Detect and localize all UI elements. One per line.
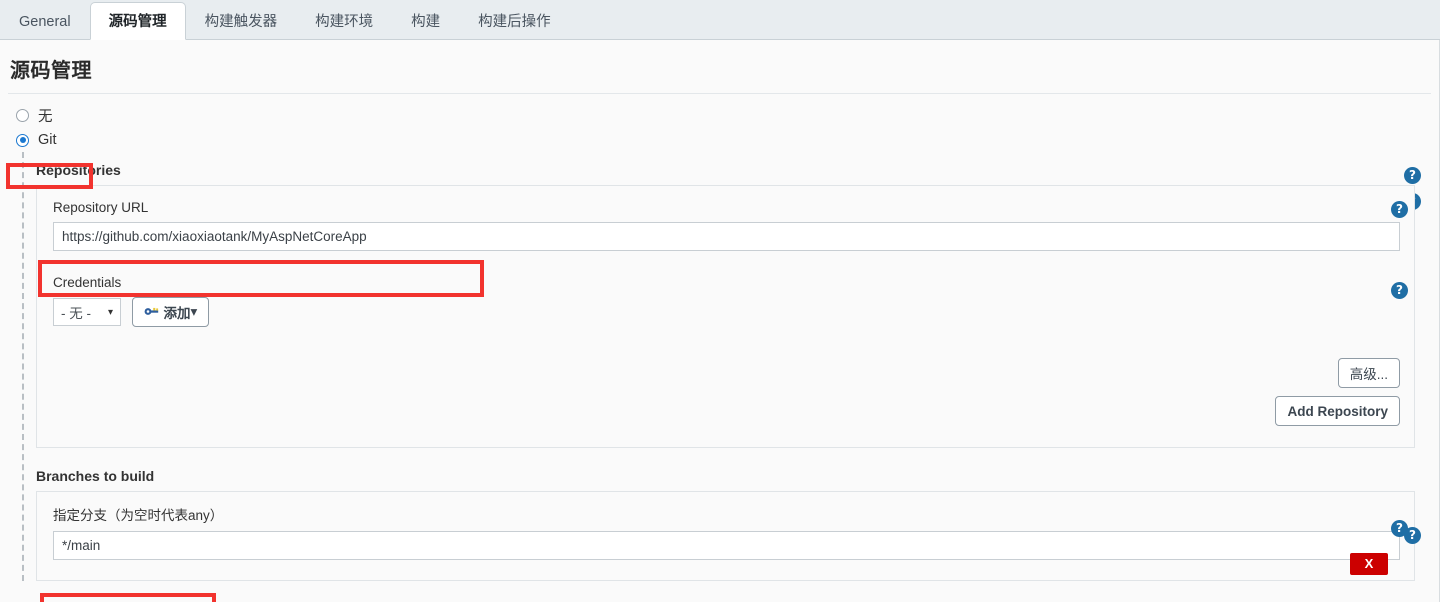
annotation-box-branch-specifier — [40, 593, 216, 602]
caret-down-icon: ▾ — [190, 304, 198, 319]
repo-actions-2: Add Repository — [53, 396, 1400, 426]
scm-option-none-label: 无 — [38, 108, 53, 125]
credentials-label: Credentials — [53, 275, 122, 290]
tab-general[interactable]: General — [0, 2, 90, 40]
scm-option-none[interactable]: 无 — [0, 102, 1439, 128]
tab-source-code-management[interactable]: 源码管理 — [89, 2, 186, 40]
config-tab-bar: General 源码管理 构建触发器 构建环境 构建 构建后操作 — [0, 0, 1440, 40]
advanced-button[interactable]: 高级... — [1337, 358, 1400, 388]
credentials-select-value: - 无 - — [61, 306, 91, 321]
page-title: 源码管理 — [10, 60, 92, 82]
scm-config-page: 源码管理 无 Git ? ? Repositories Repository U… — [0, 40, 1440, 602]
repository-url-label: Repository URL — [53, 200, 149, 215]
tab-post-build-actions[interactable]: 构建后操作 — [459, 2, 570, 40]
add-repository-button[interactable]: Add Repository — [1275, 396, 1400, 426]
tab-build[interactable]: 构建 — [392, 2, 459, 40]
key-icon — [144, 305, 159, 320]
help-icon-branches-to-build[interactable]: ? — [1404, 527, 1421, 544]
repositories-panel: Repository URL https://github.com/xiaoxi… — [36, 185, 1415, 448]
tab-build-triggers[interactable]: 构建触发器 — [186, 2, 297, 40]
radio-none[interactable] — [16, 108, 29, 122]
scm-option-git-label: Git — [38, 132, 57, 148]
repositories-label: Repositories — [36, 162, 121, 178]
tab-build-environment[interactable]: 构建环境 — [296, 2, 392, 40]
repository-url-input[interactable]: https://github.com/xiaoxiaotank/MyAspNet… — [53, 222, 1400, 251]
help-icon-credentials[interactable]: ? — [1391, 282, 1408, 299]
branches-panel: 指定分支（为空时代表any） */main ? — [36, 491, 1415, 581]
add-credentials-button[interactable]: 添加 ▾ — [132, 297, 210, 327]
branch-specifier-label: 指定分支（为空时代表any） — [53, 508, 224, 523]
add-credentials-label: 添加 — [163, 306, 191, 321]
credentials-row: - 无 - ▾ 添加 ▾ — [53, 297, 1400, 327]
git-section: Repositories Repository URL https://gith… — [22, 152, 1439, 581]
delete-branch-button[interactable]: X — [1350, 553, 1388, 575]
credentials-select[interactable]: - 无 - ▾ — [53, 298, 121, 326]
chevron-down-icon: ▾ — [107, 306, 113, 318]
branches-to-build-label: Branches to build — [36, 468, 155, 484]
scm-option-git[interactable]: Git — [0, 128, 1439, 152]
radio-git[interactable] — [16, 133, 29, 147]
branch-specifier-input[interactable]: */main — [53, 531, 1400, 560]
help-icon-repository-url[interactable]: ? — [1391, 201, 1408, 218]
repo-actions: 高级... — [53, 358, 1400, 388]
